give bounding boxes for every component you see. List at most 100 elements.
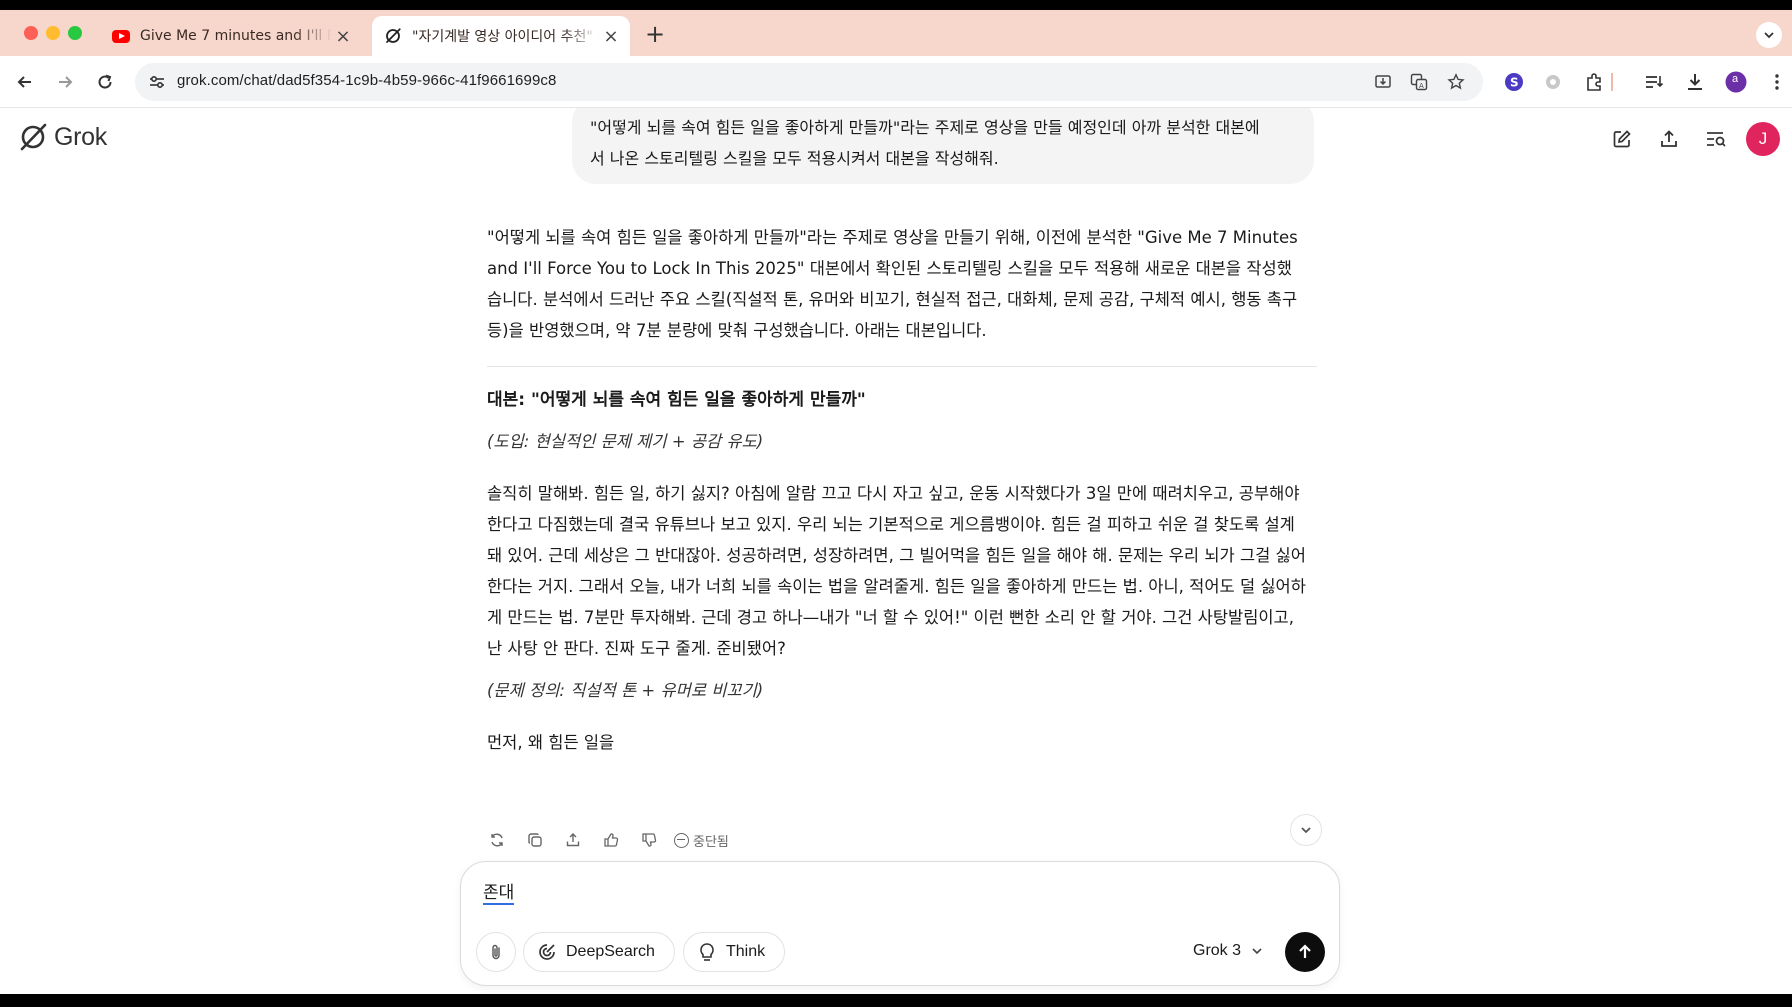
tab-strip: Give Me 7 minutes and I'll Force You to … bbox=[0, 10, 1792, 56]
grok-icon bbox=[384, 27, 402, 45]
paperclip-icon bbox=[492, 944, 500, 960]
site-settings-icon[interactable] bbox=[147, 72, 167, 92]
profile-avatar[interactable]: a bbox=[1724, 70, 1748, 94]
install-app-icon[interactable] bbox=[1373, 72, 1393, 92]
user-message: "어떻게 뇌를 속여 힘든 일을 좋아하게 만들까"라는 주제로 영상을 만들 … bbox=[572, 108, 1314, 184]
youtube-icon bbox=[112, 27, 130, 45]
arrow-up-icon bbox=[1299, 944, 1311, 958]
close-tab-icon[interactable]: × bbox=[600, 26, 622, 47]
address-bar[interactable]: grok.com/chat/dad5f354-1c9b-4b59-966c-41… bbox=[135, 63, 1483, 101]
tab-youtube[interactable]: Give Me 7 minutes and I'll Force You to … bbox=[100, 16, 362, 56]
screen-bottom-edge bbox=[0, 994, 1792, 1007]
script-line: 먼저, 왜 힘든 일을 bbox=[487, 733, 615, 752]
download-icon[interactable] bbox=[1683, 70, 1707, 94]
think-button[interactable]: Think bbox=[683, 932, 785, 972]
edit-icon bbox=[1613, 130, 1631, 148]
minimize-window-button[interactable] bbox=[46, 26, 60, 40]
tab-search-button[interactable] bbox=[1756, 22, 1782, 48]
reload-button[interactable] bbox=[91, 68, 119, 96]
response-line: and I'll Force You to Lock In This 2025"… bbox=[487, 259, 1292, 278]
message-actions: 중단됨 bbox=[484, 827, 729, 853]
copy-button[interactable] bbox=[522, 827, 548, 853]
dislike-button[interactable] bbox=[636, 827, 662, 853]
divider bbox=[487, 366, 1317, 367]
reload-icon bbox=[98, 74, 112, 89]
browser-menu-icon[interactable] bbox=[1765, 70, 1789, 94]
like-button[interactable] bbox=[598, 827, 624, 853]
share-button[interactable] bbox=[1652, 122, 1686, 156]
user-message-line: 서 나온 스토리텔링 스킬을 모두 적용시켜서 대본을 작성해줘. bbox=[590, 149, 999, 168]
stage-note: (도입: 현실적인 문제 제기 + 공감 유도) bbox=[487, 432, 764, 451]
forward-button[interactable] bbox=[51, 68, 79, 96]
arrow-left-icon bbox=[17, 76, 31, 88]
grok-page: "어떻게 뇌를 속여 힘든 일을 좋아하게 만들까"라는 주제로 영상을 만들 … bbox=[0, 108, 1792, 997]
svg-text:A: A bbox=[1419, 82, 1424, 90]
new-chat-button[interactable] bbox=[1605, 122, 1639, 156]
scroll-to-bottom-button[interactable] bbox=[1290, 814, 1322, 846]
stopped-status: 중단됨 bbox=[674, 831, 729, 850]
extension-gray-icon[interactable] bbox=[1541, 70, 1565, 94]
header-actions: J bbox=[1592, 122, 1780, 156]
close-tab-icon[interactable]: × bbox=[332, 26, 354, 47]
script-line: 한다고 다짐했는데 결국 유튜브나 보고 있지. 우리 뇌는 기본적으로 게으름… bbox=[487, 515, 1295, 534]
reading-list-icon[interactable] bbox=[1642, 70, 1666, 94]
back-button[interactable] bbox=[11, 68, 39, 96]
history-search-icon bbox=[1707, 132, 1726, 147]
script-title: 대본: "어떻게 뇌를 속여 힘든 일을 좋아하게 만들까" bbox=[487, 390, 866, 410]
translate-icon[interactable]: A bbox=[1409, 72, 1429, 92]
bookmark-star-icon[interactable] bbox=[1446, 72, 1466, 92]
model-label: Grok 3 bbox=[1193, 942, 1242, 959]
account-button[interactable]: J bbox=[1746, 122, 1780, 156]
svg-text:S: S bbox=[1510, 76, 1519, 90]
browser-window: Give Me 7 minutes and I'll Force You to … bbox=[0, 10, 1792, 997]
chevron-down-icon bbox=[1301, 827, 1311, 834]
grok-logo-icon bbox=[20, 123, 47, 151]
prompt-input-text[interactable]: 존대 bbox=[483, 883, 515, 905]
share-response-button[interactable] bbox=[560, 827, 586, 853]
attach-button[interactable] bbox=[476, 932, 516, 972]
address-text[interactable]: grok.com/chat/dad5f354-1c9b-4b59-966c-41… bbox=[177, 72, 556, 89]
stage-note: (문제 정의: 직설적 톤 + 유머로 비꼬기) bbox=[487, 681, 764, 700]
regenerate-button[interactable] bbox=[484, 827, 510, 853]
prompt-input[interactable]: 존대 bbox=[483, 878, 515, 905]
stopped-label: 중단됨 bbox=[693, 834, 729, 850]
user-message-line: "어떻게 뇌를 속여 힘든 일을 좋아하게 만들까"라는 주제로 영상을 만들 … bbox=[590, 118, 1260, 137]
model-selector[interactable]: Grok 3 bbox=[1193, 942, 1263, 960]
arrow-right-icon bbox=[59, 76, 73, 88]
message-composer: 존대 DeepSearch Think Grok 3 bbox=[460, 861, 1340, 986]
response-line: 등)을 반영했으며, 약 7분 분량에 맞춰 구성했습니다. 아래는 대본입니다… bbox=[487, 321, 987, 340]
history-search-button[interactable] bbox=[1699, 122, 1733, 156]
stopped-icon bbox=[674, 832, 689, 848]
profile-initial: a bbox=[1732, 73, 1739, 85]
response-line: "어떻게 뇌를 속여 힘든 일을 좋아하게 만들까"라는 주제로 영상을 만들기… bbox=[487, 228, 1298, 247]
send-button[interactable] bbox=[1285, 932, 1325, 972]
deepsearch-icon bbox=[536, 941, 558, 963]
browser-toolbar: grok.com/chat/dad5f354-1c9b-4b59-966c-41… bbox=[0, 56, 1792, 108]
chevron-down-icon bbox=[1252, 948, 1262, 955]
chevron-down-icon bbox=[1764, 32, 1774, 39]
deepsearch-label: DeepSearch bbox=[566, 943, 655, 960]
close-window-button[interactable] bbox=[24, 26, 38, 40]
logo-text: Grok bbox=[54, 122, 107, 151]
script-body: 솔직히 말해봐. 힘든 일, 하기 싫지? 아침에 알람 끄고 다시 자고 싶고… bbox=[487, 478, 1317, 664]
avatar: J bbox=[1746, 122, 1780, 156]
thumbs-down-icon bbox=[642, 833, 657, 847]
extensions-puzzle-icon[interactable] bbox=[1582, 70, 1606, 94]
deepsearch-button[interactable]: DeepSearch bbox=[523, 932, 675, 972]
grok-logo[interactable]: Grok bbox=[18, 122, 107, 152]
new-tab-button[interactable]: + bbox=[645, 22, 665, 46]
script-line: 게 만드는 법. 7분만 투자해봐. 근데 경고 하나—내가 "너 할 수 있어… bbox=[487, 608, 1294, 627]
lightbulb-icon bbox=[696, 941, 718, 963]
copy-icon bbox=[528, 833, 542, 847]
extension-s-icon[interactable]: S bbox=[1502, 70, 1526, 94]
toolbar-separator bbox=[1611, 73, 1613, 91]
thumbs-up-icon bbox=[604, 833, 619, 847]
share-icon bbox=[1661, 130, 1677, 147]
maximize-window-button[interactable] bbox=[68, 26, 82, 40]
tab-grok[interactable]: "자기계발 영상 아이디어 추천" - Grok × bbox=[372, 16, 630, 56]
response-intro: "어떻게 뇌를 속여 힘든 일을 좋아하게 만들까"라는 주제로 영상을 만들기… bbox=[487, 222, 1317, 346]
script-line: 돼 있어. 근데 세상은 그 반대잖아. 성공하려면, 성장하려면, 그 빌어먹… bbox=[487, 546, 1306, 565]
script-line: 난 사탕 안 판다. 진짜 도구 줄게. 준비됐어? bbox=[487, 639, 786, 658]
script-line: 솔직히 말해봐. 힘든 일, 하기 싫지? 아침에 알람 끄고 다시 자고 싶고… bbox=[487, 484, 1300, 503]
screen-top-edge bbox=[0, 0, 1792, 10]
